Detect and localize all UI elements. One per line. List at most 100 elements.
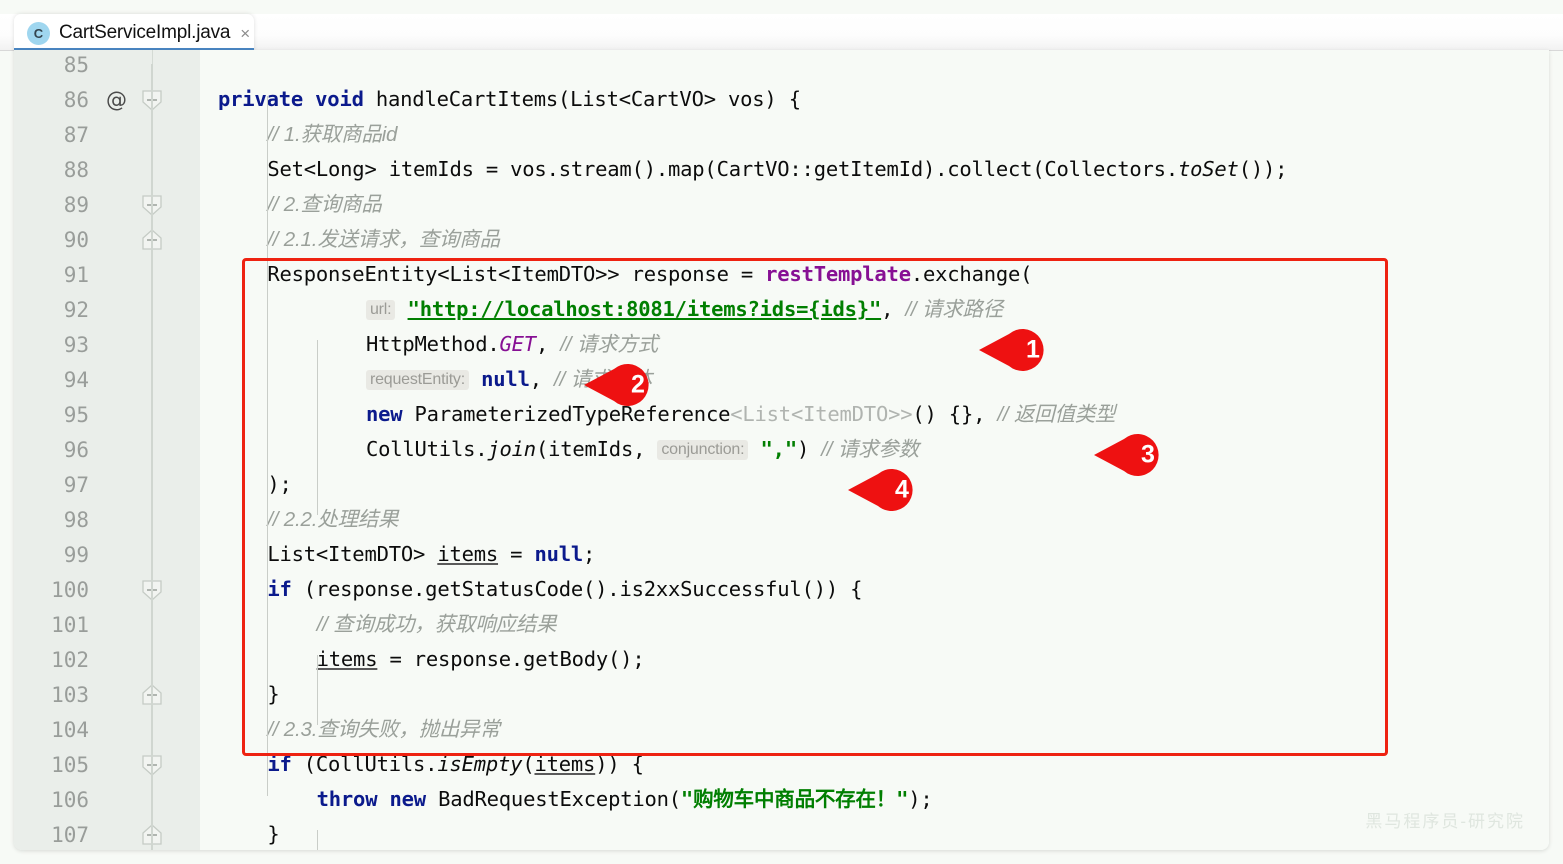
code-line[interactable]: HttpMethod.GET, // 请求方式 (200, 327, 1549, 362)
line-number: 107 (51, 823, 89, 847)
watermark: 黑马程序员-研究院 (1365, 807, 1525, 832)
code-line-text: // 2.1.发送请求，查询商品 (200, 222, 500, 257)
line-number: 95 (64, 403, 89, 427)
code-line[interactable]: // 2.1.发送请求，查询商品 (200, 222, 1549, 257)
gutter-row[interactable]: 95 (14, 397, 200, 432)
code-line[interactable]: url: "http://localhost:8081/items?ids={i… (200, 292, 1549, 327)
gutter-row[interactable]: 101 (14, 607, 200, 642)
annotation-gutter-icon[interactable]: @ (106, 88, 127, 112)
callout-badge-3: 3 (1094, 431, 1176, 479)
editor-tab-cartserviceimpl[interactable]: C CartServiceImpl.java × (14, 14, 254, 52)
line-number: 98 (64, 508, 89, 532)
line-number: 99 (64, 543, 89, 567)
gutter-row[interactable]: 87 (14, 117, 200, 152)
code-line[interactable]: if (CollUtils.isEmpty(items)) { (200, 747, 1549, 782)
callout-badge-1-number: 1 (1013, 336, 1053, 365)
gutter-row[interactable]: 90 (14, 222, 200, 257)
indent-guide (317, 655, 318, 725)
java-class-icon: C (27, 22, 50, 45)
code-line[interactable]: // 2.查询商品 (200, 187, 1549, 222)
code-line[interactable]: new ParameterizedTypeReference<List<Item… (200, 397, 1549, 432)
code-line-text: List<ItemDTO> items = null; (200, 537, 595, 572)
code-line[interactable]: CollUtils.join(itemIds, conjunction: ","… (200, 432, 1549, 467)
line-number: 92 (64, 298, 89, 322)
code-line[interactable]: throw new BadRequestException("购物车中商品不存在… (200, 782, 1549, 817)
line-number: 104 (51, 718, 89, 742)
editor-tab-label: CartServiceImpl.java (59, 22, 230, 44)
gutter-row[interactable]: 96 (14, 432, 200, 467)
code-line-text: // 查询成功，获取响应结果 (200, 607, 556, 642)
code-line-text: // 2.3.查询失败，抛出异常 (200, 712, 500, 747)
gutter-row[interactable]: 85 (14, 50, 200, 82)
code-line[interactable]: } (200, 817, 1549, 850)
gutter-row[interactable]: 105 (14, 747, 200, 782)
gutter-row[interactable]: 103 (14, 677, 200, 712)
line-number: 101 (51, 613, 89, 637)
line-number: 103 (51, 683, 89, 707)
line-number: 100 (51, 578, 89, 602)
callout-badge-4: 4 (848, 466, 930, 514)
code-line-text: // 1.获取商品id (200, 117, 397, 152)
gutter-row[interactable]: 104 (14, 712, 200, 747)
callout-badge-2: 2 (584, 361, 666, 409)
indent-guide (317, 830, 318, 850)
code-line-text: // 2.查询商品 (200, 187, 382, 222)
ide-window: C CartServiceImpl.java × 85 86 @87 88 89 90 91… (0, 0, 1563, 864)
gutter-row[interactable]: 107 (14, 817, 200, 850)
code-line-text: CollUtils.join(itemIds, conjunction: ","… (200, 432, 919, 469)
callout-badge-4-number: 4 (882, 476, 922, 505)
line-number: 94 (64, 368, 89, 392)
code-line[interactable] (200, 50, 1549, 82)
code-line[interactable]: private void handleCartItems(List<CartVO… (200, 82, 1549, 117)
code-line-text: if (response.getStatusCode().is2xxSucces… (200, 572, 862, 607)
gutter-row[interactable]: 88 (14, 152, 200, 187)
code-line[interactable]: // 2.3.查询失败，抛出异常 (200, 712, 1549, 747)
editor-body: 85 86 @87 88 89 90 91 92 93 94 95 96 97 98 99 100 101 102… (14, 50, 1549, 850)
line-number: 97 (64, 473, 89, 497)
code-line[interactable]: items = response.getBody(); (200, 642, 1549, 677)
indent-guide (267, 96, 268, 796)
code-line[interactable]: } (200, 677, 1549, 712)
callout-badge-1: 1 (979, 326, 1061, 374)
gutter-row[interactable]: 106 (14, 782, 200, 817)
code-line-text: // 2.2.处理结果 (200, 502, 398, 537)
code-line-text: HttpMethod.GET, // 请求方式 (200, 327, 658, 362)
gutter-row[interactable]: 86 @ (14, 82, 200, 117)
gutter-row[interactable]: 89 (14, 187, 200, 222)
gutter-row[interactable]: 97 (14, 467, 200, 502)
line-number: 88 (64, 158, 89, 182)
line-number: 86 (64, 88, 89, 112)
gutter-row[interactable]: 93 (14, 327, 200, 362)
gutter-row[interactable]: 99 (14, 537, 200, 572)
code-line-text: throw new BadRequestException("购物车中商品不存在… (200, 782, 933, 817)
line-number: 85 (64, 53, 89, 77)
gutter-row[interactable]: 100 (14, 572, 200, 607)
line-number: 102 (51, 648, 89, 672)
code-line[interactable]: List<ItemDTO> items = null; (200, 537, 1549, 572)
gutter-row[interactable]: 91 (14, 257, 200, 292)
code-line[interactable]: requestEntity: null, // 请求实体 (200, 362, 1549, 397)
code-area[interactable]: private void handleCartItems(List<CartVO… (200, 50, 1549, 850)
code-line-text: ResponseEntity<List<ItemDTO>> response =… (200, 257, 1032, 292)
gutter-row[interactable]: 98 (14, 502, 200, 537)
code-line-text: } (200, 817, 279, 850)
line-number: 91 (64, 263, 89, 287)
code-line-text: url: "http://localhost:8081/items?ids={i… (200, 292, 1003, 329)
line-number: 90 (64, 228, 89, 252)
close-icon[interactable]: × (240, 25, 250, 42)
gutter-row[interactable]: 102 (14, 642, 200, 677)
code-line[interactable]: if (response.getStatusCode().is2xxSucces… (200, 572, 1549, 607)
code-line[interactable]: Set<Long> itemIds = vos.stream().map(Car… (200, 152, 1549, 187)
editor-gutter[interactable]: 85 86 @87 88 89 90 91 92 93 94 95 96 97 98 99 100 101 102… (14, 50, 200, 850)
gutter-row[interactable]: 92 (14, 292, 200, 327)
gutter-row[interactable]: 94 (14, 362, 200, 397)
code-line[interactable]: // 查询成功，获取响应结果 (200, 607, 1549, 642)
code-line[interactable]: ResponseEntity<List<ItemDTO>> response =… (200, 257, 1549, 292)
line-number: 89 (64, 193, 89, 217)
line-number: 106 (51, 788, 89, 812)
indent-guide (317, 340, 318, 515)
fold-spine (151, 64, 153, 850)
code-line[interactable]: // 1.获取商品id (200, 117, 1549, 152)
line-number: 96 (64, 438, 89, 462)
callout-badge-2-number: 2 (618, 371, 658, 400)
